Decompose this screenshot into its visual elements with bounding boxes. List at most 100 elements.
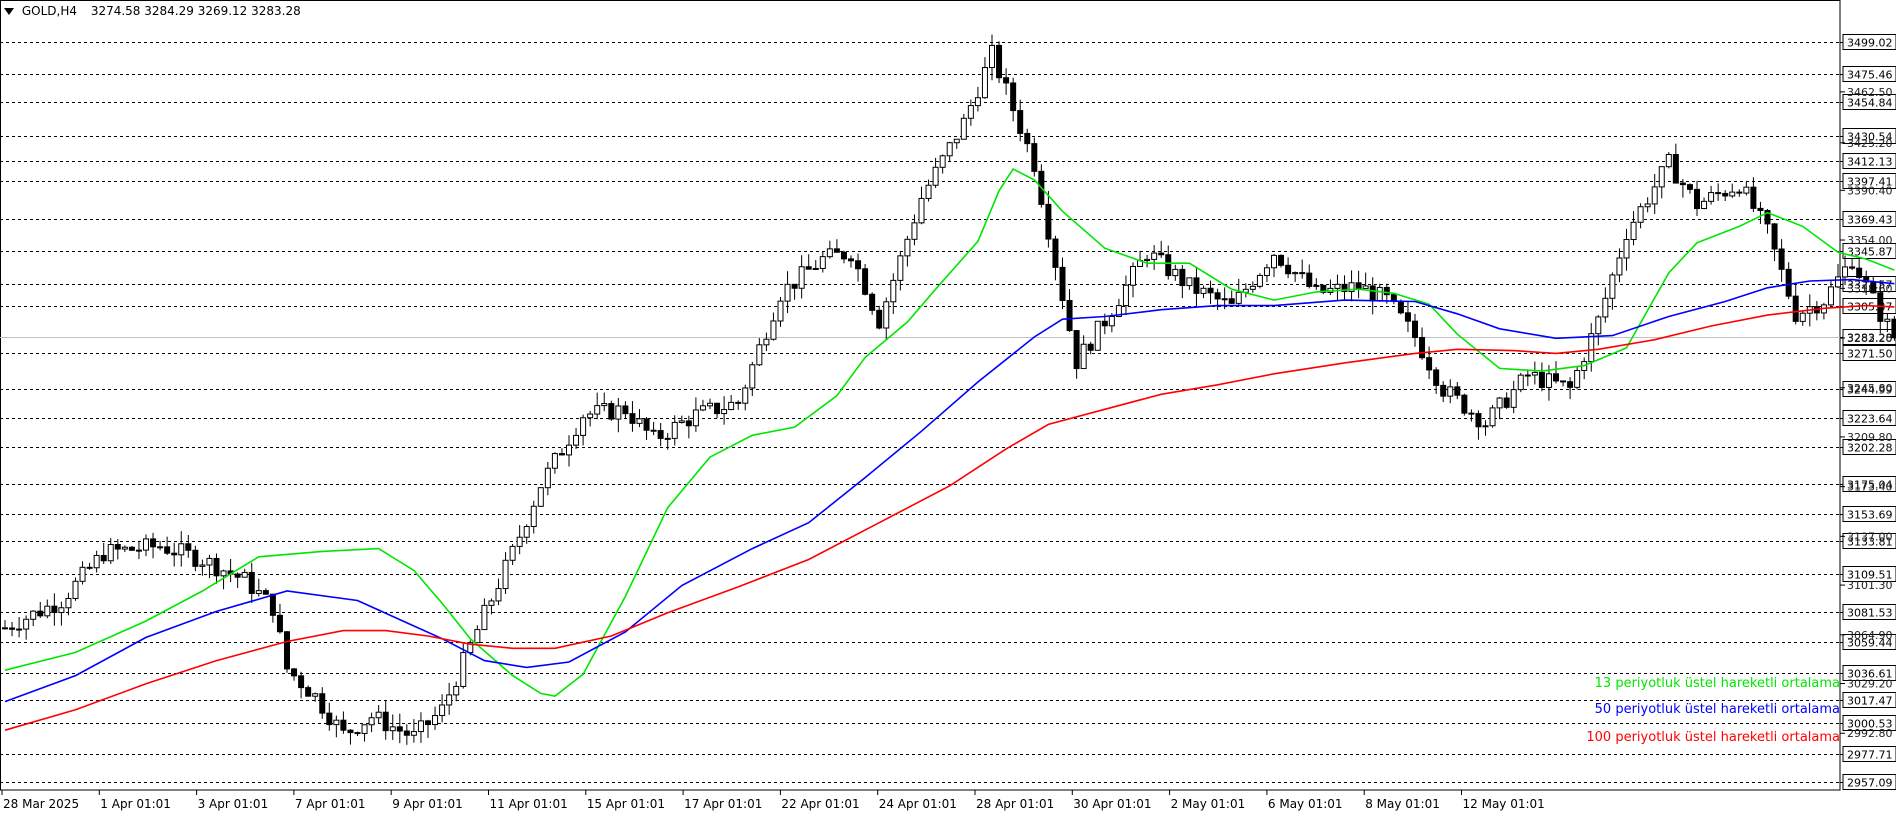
candle-down (685, 420, 692, 427)
candle-up (446, 694, 453, 706)
candle-up (107, 544, 114, 562)
y-tick-label: 3101.30 (1847, 579, 1893, 592)
candle-up (1235, 291, 1242, 304)
candle-down (1003, 77, 1010, 84)
y-tick-label: 3318.60 (1847, 282, 1893, 295)
candle-up (989, 44, 995, 69)
candle-down (1553, 373, 1559, 382)
candle-up (1545, 373, 1552, 388)
candle-up (890, 279, 897, 303)
y-tick-label: 3064.90 (1847, 629, 1893, 642)
candle-up (932, 166, 939, 186)
candle-down (558, 453, 565, 456)
candle-down (192, 549, 199, 567)
candle-down (1179, 268, 1186, 287)
x-tick-label: 22 Apr 01:01 (781, 797, 859, 811)
x-tick-label: 8 May 01:01 (1365, 797, 1440, 811)
candle-up (777, 300, 784, 322)
candle-up (981, 67, 988, 99)
candle-up (375, 711, 382, 719)
chart-canvas[interactable]: 3499.023475.463454.843430.543412.133397.… (0, 0, 1896, 820)
candle-down (1722, 192, 1729, 197)
plot-border (0, 0, 1841, 791)
y-tick-label: 3029.20 (1847, 678, 1893, 691)
candle-up (523, 526, 530, 538)
candle-up (812, 267, 819, 270)
candle-down (1785, 268, 1792, 297)
y-tick-label: 3412.13 (1847, 156, 1893, 169)
x-tick-label: 1 Apr 01:01 (100, 797, 171, 811)
candle-down (1066, 300, 1073, 332)
candle-up (241, 571, 248, 578)
x-tick-label: 3 Apr 01:01 (198, 797, 269, 811)
candle-down (1214, 292, 1221, 300)
candle-down (354, 732, 361, 735)
candle-up (79, 566, 86, 582)
y-tick-label: 3354.00 (1847, 234, 1893, 247)
candle-down (86, 566, 93, 569)
candle-up (904, 238, 911, 257)
price-chart[interactable]: 3499.02 3475.46 3454.84 3430.54 3412.13 3397.… (0, 0, 1896, 820)
candle-down (1757, 207, 1764, 212)
x-tick-label: 30 Apr 01:01 (1073, 797, 1151, 811)
candle-up (601, 403, 608, 407)
candle-up (1313, 284, 1320, 287)
candle-down (1285, 264, 1292, 275)
candle-down (1419, 337, 1426, 359)
candle-down (291, 668, 298, 677)
candle-up (1842, 266, 1849, 278)
candle-up (312, 693, 319, 697)
y-tick-label: 3245.80 (1847, 382, 1893, 395)
dropdown-triangle-icon[interactable] (4, 8, 14, 15)
chart-header: GOLD,H4 3274.58 3284.29 3269.12 3283.28 (4, 4, 301, 18)
candle-down (157, 546, 164, 549)
candle-up (474, 629, 481, 644)
candle-down (1461, 394, 1468, 414)
candle-down (1715, 192, 1722, 195)
candle-up (439, 704, 446, 717)
candle-down (347, 729, 354, 734)
candle-up (1376, 286, 1383, 302)
x-tick-label: 7 Apr 01:01 (295, 797, 366, 811)
candle-down (1891, 318, 1896, 339)
candle-up (1517, 374, 1524, 391)
candle-down (1792, 295, 1799, 322)
candle-down (9, 627, 16, 630)
y-tick-label: 3137.00 (1847, 530, 1893, 543)
candle-up (1743, 186, 1750, 194)
candle-up (1256, 274, 1263, 287)
candle-up (1249, 285, 1256, 290)
candle-down (425, 720, 431, 726)
candle-down (326, 712, 333, 726)
candle-down (269, 593, 276, 616)
candle-up (1651, 186, 1658, 205)
candle-up (495, 588, 502, 602)
candle-up (1616, 257, 1623, 276)
y-tick-label: 2977.71 (1847, 749, 1893, 762)
candle-up (551, 453, 558, 469)
candle-down (340, 719, 347, 731)
y-tick-label: 3499.02 (1847, 37, 1893, 50)
candle-down (276, 614, 283, 633)
candle-up (516, 536, 523, 547)
candle-up (30, 610, 37, 620)
candle-down (1158, 252, 1165, 256)
y-tick-label: 3209.80 (1847, 431, 1893, 444)
candle-down (1475, 413, 1482, 428)
candle-up (1186, 277, 1193, 287)
candle-up (1080, 343, 1087, 370)
candle-down (1355, 282, 1362, 289)
candle-up (946, 142, 953, 157)
candle-up (44, 605, 51, 617)
candle-down (1454, 386, 1461, 396)
y-tick-label: 3282.20 (1847, 332, 1893, 345)
candle-down (1193, 277, 1200, 294)
candle-down (305, 687, 312, 697)
candle-up (121, 546, 128, 550)
candle-down (100, 554, 107, 562)
candle-down (1073, 330, 1080, 370)
candle-down (833, 248, 840, 253)
y-tick-label: 2957.09 (1847, 777, 1893, 790)
candle-up (1658, 166, 1665, 188)
x-tick-label: 12 May 01:01 (1463, 797, 1545, 811)
